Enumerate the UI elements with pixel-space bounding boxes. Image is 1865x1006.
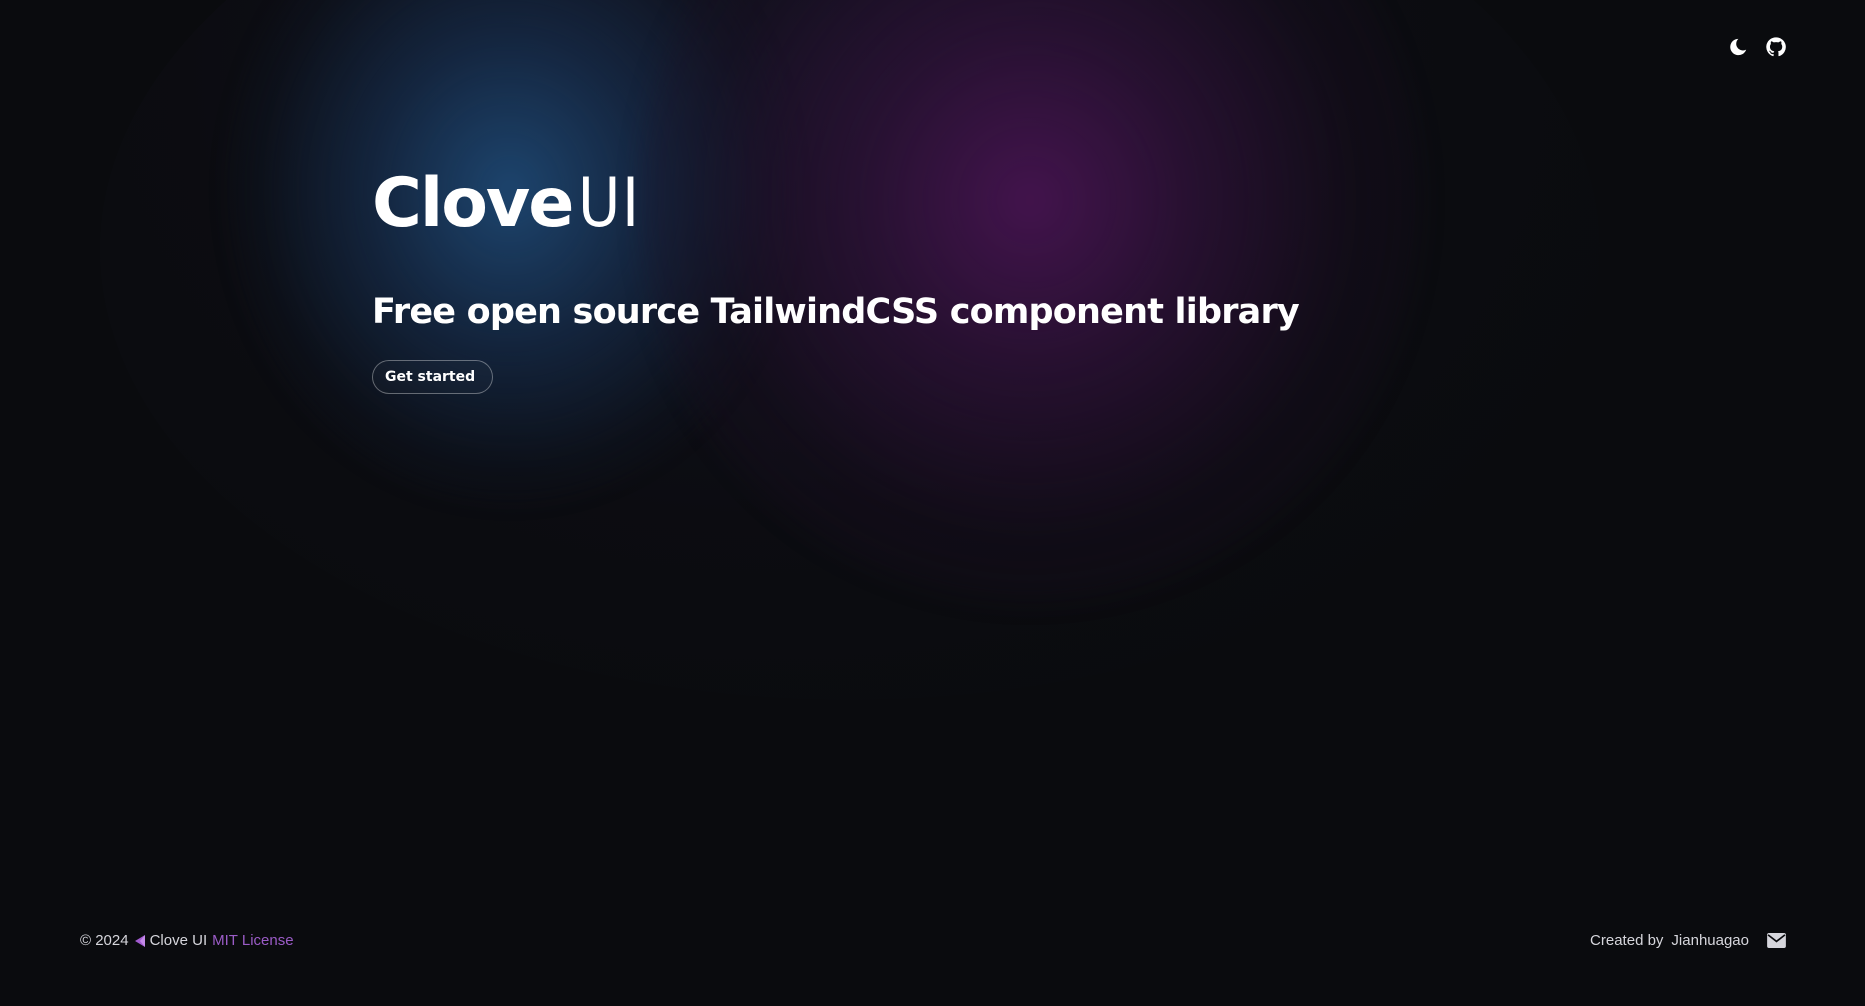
logo-wordmark-light: UI bbox=[578, 164, 642, 243]
copyright-text: © 2024 bbox=[80, 932, 129, 949]
footer-left: © 2024 Clove UI MIT License bbox=[80, 932, 294, 949]
page: Clove UI Free open source TailwindCSS co… bbox=[0, 0, 1865, 1006]
mail-icon bbox=[1767, 933, 1786, 948]
hero: Clove UI Free open source TailwindCSS co… bbox=[372, 170, 1300, 394]
license-link[interactable]: MIT License bbox=[212, 932, 293, 949]
hero-tagline: Free open source TailwindCSS component l… bbox=[372, 292, 1300, 332]
header-actions bbox=[1727, 36, 1787, 58]
created-by-label: Created by bbox=[1590, 932, 1664, 949]
moon-icon bbox=[1730, 38, 1747, 56]
logo: Clove UI bbox=[372, 170, 1299, 238]
author-link[interactable]: Jianhuagao bbox=[1671, 932, 1749, 949]
github-link[interactable] bbox=[1765, 36, 1787, 58]
brand-name: Clove UI bbox=[149, 932, 208, 949]
clove-logo-icon bbox=[134, 934, 145, 947]
github-icon bbox=[1766, 37, 1786, 57]
get-started-button[interactable]: Get started bbox=[372, 360, 494, 394]
mail-button[interactable] bbox=[1767, 933, 1787, 949]
footer-right: Created by Jianhuagao bbox=[1590, 932, 1787, 949]
logo-wordmark-bold: Clove bbox=[372, 164, 574, 243]
theme-toggle-button[interactable] bbox=[1727, 36, 1749, 58]
footer: © 2024 Clove UI MIT License Created by J… bbox=[80, 932, 1787, 949]
